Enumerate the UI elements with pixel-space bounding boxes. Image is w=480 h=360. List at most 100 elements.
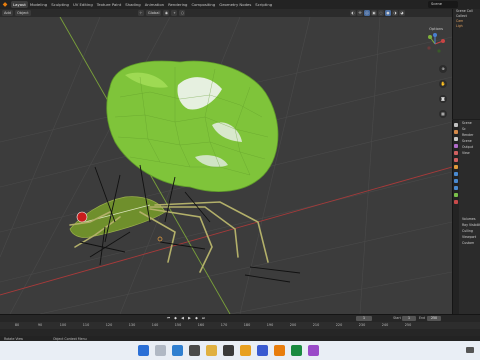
tab-compositing[interactable]: Compositing	[189, 1, 217, 8]
perspective-toggle-icon[interactable]: ▦	[439, 110, 447, 118]
xray-icon[interactable]: ▣	[371, 10, 377, 16]
play-icon[interactable]: ▶	[187, 316, 192, 321]
timeline-panel: ⏮ ◆ ◀ ▶ ◆ ⏭ 1 Start 1 End 250 80 90 100 …	[0, 314, 480, 336]
start-frame-field[interactable]: 1	[402, 316, 416, 321]
end-frame-field[interactable]: 250	[427, 316, 441, 321]
jump-end-icon[interactable]: ⏭	[201, 316, 206, 321]
proportional-edit-icon[interactable]: ○	[179, 10, 186, 16]
timeline-tick: 170	[220, 323, 228, 327]
options-menu[interactable]: Options	[429, 27, 443, 31]
properties-tabs	[453, 120, 459, 314]
object-origin	[157, 236, 163, 242]
app-icon[interactable]	[308, 345, 319, 356]
file-explorer-icon[interactable]	[206, 345, 217, 356]
navigation-tools: ⊕ ✋ ◙ ▦	[439, 65, 447, 118]
material-tab-icon[interactable]	[454, 200, 458, 204]
output-tab-icon[interactable]	[454, 137, 458, 141]
search-icon[interactable]	[155, 345, 166, 356]
tab-animation[interactable]: Animation	[143, 1, 166, 8]
world-tab-icon[interactable]	[454, 158, 458, 162]
outliner-panel: Scene Coll Collect Cam Ligh	[452, 9, 480, 119]
blender-logo-icon[interactable]: ◆	[1, 1, 9, 9]
tab-sculpting[interactable]: Sculpting	[49, 1, 71, 8]
jump-start-icon[interactable]: ⏮	[166, 316, 171, 321]
timeline-tick: 200	[289, 323, 297, 327]
scene-selector[interactable]: Scene	[428, 1, 458, 8]
pan-icon[interactable]: ✋	[439, 80, 447, 88]
modifier-tab-icon[interactable]	[454, 172, 458, 176]
app-icon[interactable]	[291, 345, 302, 356]
particles-tab-icon[interactable]	[454, 179, 458, 183]
view-layer-tab-icon[interactable]	[454, 144, 458, 148]
timeline-tick: 230	[358, 323, 366, 327]
prev-keyframe-icon[interactable]: ◆	[173, 316, 178, 321]
tab-shading[interactable]: Shading	[123, 1, 142, 8]
viewport-shading-tools: ◐ ✣ ◎ ▣ ◌ ● ◑ ◕	[350, 10, 405, 16]
pivot-icon[interactable]: ◉	[163, 10, 170, 16]
physics-tab-icon[interactable]	[454, 186, 458, 190]
playback-controls: ⏮ ◆ ◀ ▶ ◆ ⏭	[166, 316, 206, 321]
snap-icon[interactable]: ⌖	[171, 10, 178, 16]
camera-view-icon[interactable]: ◙	[439, 95, 447, 103]
viewport-canvas	[0, 17, 452, 314]
solid-shading-icon[interactable]: ●	[385, 10, 391, 16]
top-bar: ◆ Layout Modeling Sculpting UV Editing T…	[0, 0, 480, 9]
tool-tab-icon[interactable]	[454, 123, 458, 127]
timeline-tick: 250	[404, 323, 412, 327]
object-menu[interactable]: Object	[14, 10, 31, 16]
system-tray-icon[interactable]	[466, 347, 474, 353]
start-icon[interactable]	[138, 345, 149, 356]
visibility-icon[interactable]: ◐	[350, 10, 356, 16]
timeline-tick: 150	[174, 323, 182, 327]
windows-taskbar	[0, 341, 480, 360]
add-menu[interactable]: Add	[2, 10, 13, 16]
tab-texture-paint[interactable]: Texture Paint	[95, 1, 124, 8]
terminal-icon[interactable]	[189, 345, 200, 356]
zoom-icon[interactable]: ⊕	[439, 65, 447, 73]
tab-geometry-nodes[interactable]: Geometry Nodes	[217, 1, 253, 8]
timeline-tick: 130	[128, 323, 136, 327]
chrome-icon[interactable]	[240, 345, 251, 356]
object-tab-icon[interactable]	[454, 165, 458, 169]
app-icon[interactable]	[257, 345, 268, 356]
scene-tab-icon[interactable]	[454, 151, 458, 155]
timeline-tick: 90	[37, 323, 43, 327]
timeline-tick: 160	[197, 323, 205, 327]
edge-icon[interactable]	[172, 345, 183, 356]
navigation-gizmo-icon[interactable]	[424, 33, 446, 55]
wireframe-shading-icon[interactable]: ◌	[378, 10, 384, 16]
transform-orientation-select[interactable]: Global	[146, 10, 162, 16]
timeline-tick: 180	[243, 323, 251, 327]
timeline-tick: 120	[105, 323, 113, 327]
material-shading-icon[interactable]: ◑	[392, 10, 398, 16]
timeline-tick: 100	[59, 323, 67, 327]
rendered-shading-icon[interactable]: ◕	[399, 10, 405, 16]
frog-mesh[interactable]	[106, 60, 279, 192]
3d-viewport[interactable]: Options ⊕ ✋ ◙ ▦	[0, 17, 452, 314]
timeline-tick: 190	[266, 323, 274, 327]
constraints-tab-icon[interactable]	[454, 193, 458, 197]
timeline-tick: 140	[151, 323, 159, 327]
timeline-tick: 220	[335, 323, 343, 327]
timeline-ruler[interactable]: 80 90 100 110 120 130 140 150 160 170 18…	[0, 322, 480, 329]
store-icon[interactable]	[223, 345, 234, 356]
play-reverse-icon[interactable]: ◀	[180, 316, 185, 321]
render-tab-icon[interactable]	[454, 130, 458, 134]
tab-uv-editing[interactable]: UV Editing	[71, 1, 95, 8]
end-label: End	[418, 316, 426, 320]
blender-taskbar-icon[interactable]	[274, 345, 285, 356]
viewport-header: Add Object ⊹ Global ◉ ⌖ ○ ◐ ✣ ◎ ▣ ◌ ● ◑ …	[0, 9, 452, 17]
tab-modeling[interactable]: Modeling	[28, 1, 49, 8]
gizmo-icon[interactable]: ✣	[357, 10, 363, 16]
transform-tools: ⊹ Global ◉ ⌖ ○	[138, 10, 186, 16]
current-frame-field[interactable]: 1	[356, 316, 372, 321]
next-keyframe-icon[interactable]: ◆	[194, 316, 199, 321]
tab-layout[interactable]: Layout	[11, 1, 28, 8]
outliner-row[interactable]: Ligh	[453, 24, 480, 29]
status-middle: Object Context Menu	[53, 336, 87, 341]
tab-scripting[interactable]: Scripting	[253, 1, 274, 8]
timeline-tick: 110	[82, 323, 90, 327]
tab-rendering[interactable]: Rendering	[166, 1, 189, 8]
overlay-icon[interactable]: ◎	[364, 10, 370, 16]
orientation-icon[interactable]: ⊹	[138, 10, 144, 16]
